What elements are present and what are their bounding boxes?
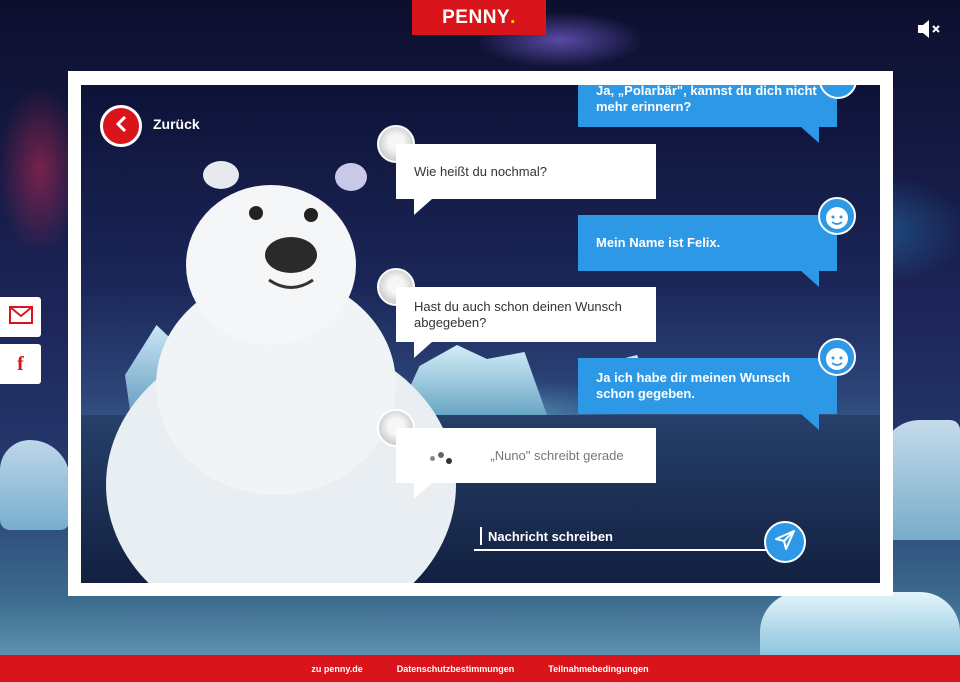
chat-message-user: Ja ich habe dir meinen Wunsch schon gege… <box>578 358 837 430</box>
footer: zu penny.de Datenschutzbestimmungen Teil… <box>0 655 960 682</box>
envelope-icon <box>8 305 33 329</box>
chat-message-bot: Hast du auch schon deinen Wunsch abgegeb… <box>396 287 656 358</box>
footer-link-penny[interactable]: zu penny.de <box>311 664 362 674</box>
typing-dots-icon <box>428 448 458 464</box>
paper-plane-icon <box>774 529 796 556</box>
chat-message-user: Ja, „Polarbär", kannst du dich nicht meh… <box>578 85 837 143</box>
user-avatar-icon <box>818 338 856 376</box>
speaker-muted-icon[interactable] <box>916 18 942 40</box>
footer-link-terms[interactable]: Teilnahmebedingungen <box>548 664 648 674</box>
send-button[interactable] <box>764 521 806 563</box>
back-button[interactable] <box>100 105 142 147</box>
polar-bear-illustration <box>106 161 456 583</box>
penny-logo[interactable]: PENNY. <box>412 0 546 35</box>
typing-indicator: „Nuno" schreibt gerade <box>396 428 656 499</box>
message-input-wrapper <box>474 521 774 551</box>
chat-message-bot: Wie heißt du nochmal? <box>396 144 656 215</box>
facebook-share-button[interactable]: f <box>0 344 41 384</box>
back-label[interactable]: Zurück <box>153 116 200 132</box>
chat-message-user: Mein Name ist Felix. <box>578 215 837 287</box>
facebook-icon: f <box>17 352 24 375</box>
message-input[interactable] <box>480 527 770 545</box>
iceberg-decoration <box>0 440 70 530</box>
footer-link-privacy[interactable]: Datenschutzbestimmungen <box>397 664 515 674</box>
iceberg-decoration <box>760 592 960 656</box>
chevron-left-icon <box>114 115 128 138</box>
user-avatar-icon <box>818 197 856 235</box>
chat-scene: Zurück Ja, „Polarbär", kannst du dich ni… <box>81 85 880 583</box>
email-share-button[interactable] <box>0 297 41 337</box>
